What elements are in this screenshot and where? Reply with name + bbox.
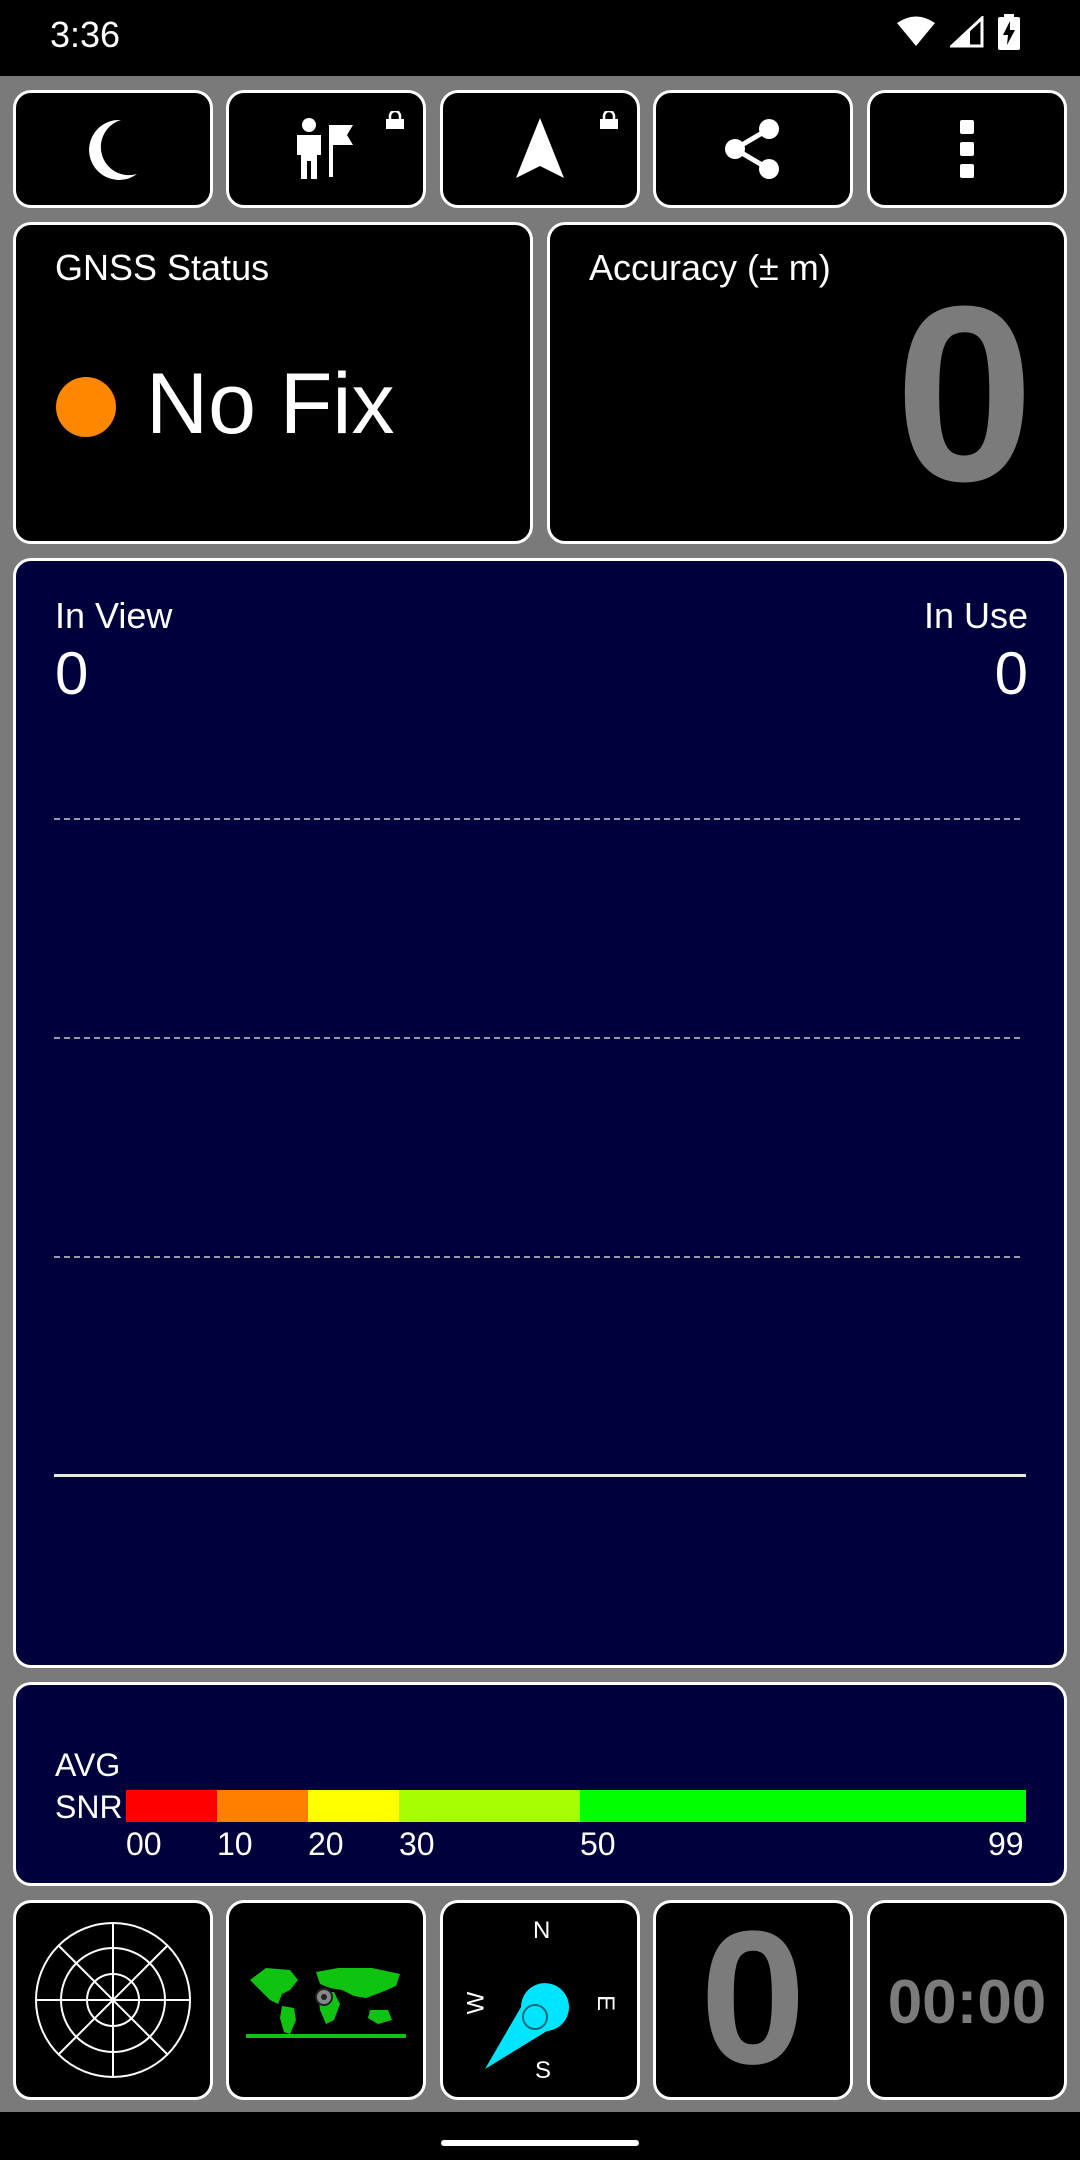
more-vert-icon xyxy=(960,120,974,178)
snr-segment-10-20 xyxy=(217,1790,308,1822)
snr-label-snr: SNR xyxy=(55,1789,123,1825)
accuracy-title: Accuracy (± m) xyxy=(589,247,831,288)
moon-icon xyxy=(89,119,137,180)
snr-segment-0-10 xyxy=(126,1790,217,1822)
gnss-status-title: GNSS Status xyxy=(55,247,270,288)
fix-indicator-icon xyxy=(56,377,116,437)
snr-segment-30-50 xyxy=(399,1790,580,1822)
satellite-signal-panel: In View 0 In Use 0 xyxy=(13,558,1067,1668)
in-use-label: In Use xyxy=(923,595,1028,636)
battery-charging-icon xyxy=(998,14,1020,55)
status-bar: 3:36 xyxy=(0,0,1080,76)
world-map-button[interactable] xyxy=(226,1900,426,2100)
in-view-value: 0 xyxy=(55,640,89,707)
snr-tick: 99 xyxy=(988,1826,1024,1862)
navigation-arrow-icon xyxy=(516,118,564,178)
status-time: 3:36 xyxy=(50,14,121,55)
in-view-label: In View xyxy=(55,595,173,636)
lock-icon xyxy=(600,111,618,129)
compass-east-label: E xyxy=(592,1994,620,2012)
snr-label-avg: AVG xyxy=(55,1747,121,1783)
person-flag-icon xyxy=(297,118,353,179)
snr-tick: 00 xyxy=(126,1826,162,1862)
navigation-button[interactable] xyxy=(440,90,640,208)
accuracy-value: 0 xyxy=(894,254,1034,533)
snr-tick: 20 xyxy=(308,1826,344,1862)
navigation-bar xyxy=(0,2112,1080,2160)
share-icon xyxy=(725,119,779,179)
share-button[interactable] xyxy=(653,90,853,208)
snr-segment-20-30 xyxy=(308,1790,399,1822)
snr-segment-50-99 xyxy=(580,1790,1026,1822)
night-mode-button[interactable] xyxy=(13,90,213,208)
world-map-icon xyxy=(246,1968,406,2038)
snr-tick: 50 xyxy=(580,1826,616,1862)
accuracy-panel: Accuracy (± m) 0 xyxy=(547,222,1067,544)
chart-gridline xyxy=(54,1256,1020,1258)
status-icons xyxy=(896,14,1020,55)
snr-tick: 30 xyxy=(399,1826,435,1862)
snr-legend-panel: AVG SNR xyxy=(13,1682,1067,1886)
waypoint-button[interactable] xyxy=(226,90,426,208)
timer-value: 00:00 xyxy=(887,1968,1047,2037)
sky-view-button[interactable] xyxy=(13,1900,213,2100)
wifi-icon xyxy=(896,16,936,53)
cell-signal-icon xyxy=(948,14,984,53)
gnss-status-panel: GNSS Status No Fix xyxy=(13,222,533,544)
speed-panel[interactable]: 0 xyxy=(653,1900,853,2100)
chart-gridline xyxy=(54,818,1020,820)
home-indicator[interactable] xyxy=(441,2140,639,2146)
more-options-button[interactable] xyxy=(867,90,1067,208)
compass-button[interactable]: N S E W xyxy=(440,1900,640,2100)
compass-needle-icon xyxy=(485,1983,569,2069)
in-use-value: 0 xyxy=(994,640,1028,707)
chart-baseline xyxy=(54,1474,1026,1477)
lock-icon xyxy=(386,111,404,129)
chart-gridline xyxy=(54,1037,1020,1039)
timer-panel[interactable]: 00:00 xyxy=(867,1900,1067,2100)
snr-tick: 10 xyxy=(217,1826,253,1862)
speed-value: 0 xyxy=(700,1892,806,2104)
sky-plot-icon xyxy=(35,1922,191,2078)
compass-north-label: N xyxy=(533,1917,551,1944)
gnss-status-value: No Fix xyxy=(146,356,395,452)
